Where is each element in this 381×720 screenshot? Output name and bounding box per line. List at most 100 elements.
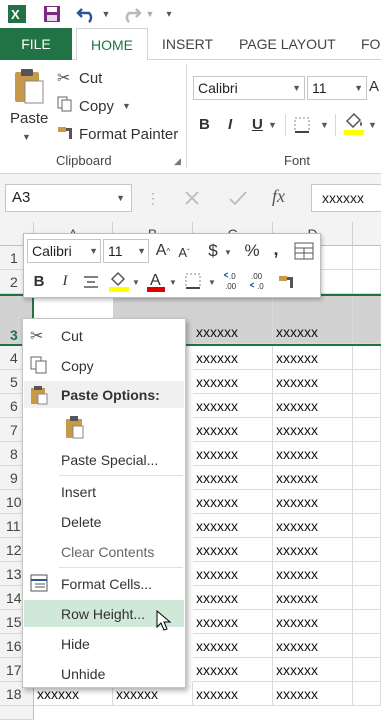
insert-function-button[interactable]: fx	[272, 186, 298, 210]
format-painter-button[interactable]: Format Painter	[57, 124, 178, 144]
cell[interactable]	[353, 490, 381, 514]
formula-input[interactable]: xxxxxx	[311, 184, 381, 212]
format-table-icon[interactable]	[292, 240, 316, 262]
cell[interactable]: xxxxxx	[193, 466, 273, 490]
cell[interactable]: xxxxxx	[193, 418, 273, 442]
cell[interactable]: xxxxxx	[273, 346, 353, 370]
cell[interactable]	[353, 586, 381, 610]
name-box[interactable]: A3 ▼	[5, 184, 132, 212]
menu-item-insert[interactable]: Insert	[24, 478, 184, 505]
cell[interactable]: xxxxxx	[193, 490, 273, 514]
cell[interactable]	[353, 418, 381, 442]
cell[interactable]: xxxxxx	[273, 418, 353, 442]
font-size-combo[interactable]: 11 ▼	[307, 76, 367, 100]
font-name-combo[interactable]: Calibri ▼	[193, 76, 305, 100]
underline-button[interactable]: U	[252, 116, 263, 133]
fill-color-dropdown-icon[interactable]: ▼	[131, 274, 141, 290]
menu-item-copy[interactable]: Copy	[24, 352, 184, 379]
tab-page-layout[interactable]: PAGE LAYOUT	[239, 28, 336, 60]
cell[interactable]	[353, 538, 381, 562]
shrink-font-icon[interactable]: Aˇ	[176, 242, 192, 262]
cell[interactable]: xxxxxx	[193, 346, 273, 370]
cancel-icon[interactable]	[178, 184, 206, 212]
percent-button[interactable]: %	[242, 240, 262, 262]
menu-item-delete[interactable]: Delete	[24, 508, 184, 535]
cell[interactable]	[353, 514, 381, 538]
cell[interactable]: xxxxxx	[193, 370, 273, 394]
italic-button[interactable]: I	[228, 116, 232, 133]
decrease-decimal-icon[interactable]: .00.0	[249, 270, 271, 292]
currency-dropdown-icon[interactable]: ▼	[223, 244, 233, 260]
format-painter-icon[interactable]	[276, 270, 298, 292]
cell[interactable]: xxxxxx	[193, 562, 273, 586]
cell[interactable]: xxxxxx	[273, 490, 353, 514]
undo-icon[interactable]	[74, 3, 100, 25]
cell[interactable]: xxxxxx	[193, 610, 273, 634]
font-color-icon[interactable]: A	[145, 268, 167, 294]
enter-icon[interactable]	[224, 184, 252, 212]
cell[interactable]: xxxxxx	[273, 394, 353, 418]
cell[interactable]	[353, 442, 381, 466]
cell[interactable]: xxxxxx	[193, 296, 273, 344]
cell[interactable]: xxxxxx	[273, 514, 353, 538]
tab-file[interactable]: FILE	[0, 28, 72, 60]
cell[interactable]: xxxxxx	[273, 586, 353, 610]
cell[interactable]: xxxxxx	[193, 658, 273, 682]
borders-dropdown-icon[interactable]: ▼	[207, 274, 217, 290]
menu-item-hide[interactable]: Hide	[24, 630, 184, 657]
mini-fill-color-icon[interactable]	[107, 268, 131, 294]
increase-decimal-icon[interactable]: .0.00	[223, 270, 245, 292]
cell[interactable]: xxxxxx	[273, 658, 353, 682]
mini-font-size-combo[interactable]: 11 ▼	[103, 239, 149, 263]
save-icon[interactable]	[40, 3, 64, 25]
borders-dropdown-icon[interactable]: ▼	[320, 120, 329, 130]
cell[interactable]: xxxxxx	[193, 442, 273, 466]
fill-color-dropdown-icon[interactable]: ▼	[368, 120, 377, 130]
paste-button[interactable]: Paste	[10, 110, 48, 127]
undo-dropdown-icon[interactable]: ▼	[100, 3, 112, 25]
cell[interactable]	[353, 296, 381, 344]
fill-color-icon[interactable]	[342, 110, 366, 136]
mini-bold-button[interactable]: B	[31, 270, 47, 292]
cell[interactable]: xxxxxx	[273, 370, 353, 394]
grow-font-icon[interactable]: A ^	[154, 240, 172, 262]
cell[interactable]	[353, 346, 381, 370]
cell[interactable]: xxxxxx	[273, 538, 353, 562]
tab-home[interactable]: HOME	[76, 28, 148, 63]
tab-formulas[interactable]: FO	[361, 28, 380, 60]
borders-icon[interactable]	[293, 116, 313, 134]
underline-dropdown-icon[interactable]: ▼	[268, 120, 277, 130]
menu-item-paste-special[interactable]: Paste Special...	[24, 446, 184, 473]
cell[interactable]	[353, 610, 381, 634]
column-header-e[interactable]	[353, 222, 381, 246]
comma-button[interactable]: ,	[270, 238, 282, 260]
cell[interactable]	[353, 634, 381, 658]
paste-dropdown-icon[interactable]: ▼	[22, 132, 31, 142]
qat-dropdown-icon[interactable]: ▾	[162, 3, 176, 25]
tab-insert[interactable]: INSERT	[162, 28, 213, 60]
mini-borders-icon[interactable]	[182, 270, 204, 292]
paste-option-icon[interactable]	[61, 413, 89, 441]
paste-icon[interactable]	[8, 66, 50, 106]
currency-button[interactable]: $	[205, 240, 221, 262]
cell[interactable]	[353, 682, 381, 706]
grow-font-icon[interactable]: A	[369, 78, 379, 95]
row-header-19[interactable]	[0, 706, 34, 720]
cell[interactable]: xxxxxx	[193, 586, 273, 610]
menu-item-format-cells[interactable]: Format Cells...	[24, 570, 184, 597]
copy-button[interactable]: Copy ▼	[57, 96, 131, 116]
cell[interactable]: xxxxxx	[193, 514, 273, 538]
cell[interactable]: xxxxxx	[273, 610, 353, 634]
menu-item-unhide[interactable]: Unhide	[24, 660, 184, 687]
bold-button[interactable]: B	[199, 116, 210, 133]
cell[interactable]: xxxxxx	[273, 682, 353, 706]
clipboard-launcher-icon[interactable]: ◢	[174, 156, 181, 167]
cell[interactable]	[353, 658, 381, 682]
cell[interactable]: xxxxxx	[273, 442, 353, 466]
font-color-dropdown-icon[interactable]: ▼	[168, 274, 178, 290]
menu-item-clear-contents[interactable]: Clear Contents	[24, 538, 184, 565]
copy-dropdown-icon[interactable]: ▼	[122, 101, 131, 111]
cell[interactable]	[353, 562, 381, 586]
cell[interactable]: xxxxxx	[193, 682, 273, 706]
cell[interactable]: xxxxxx	[273, 634, 353, 658]
